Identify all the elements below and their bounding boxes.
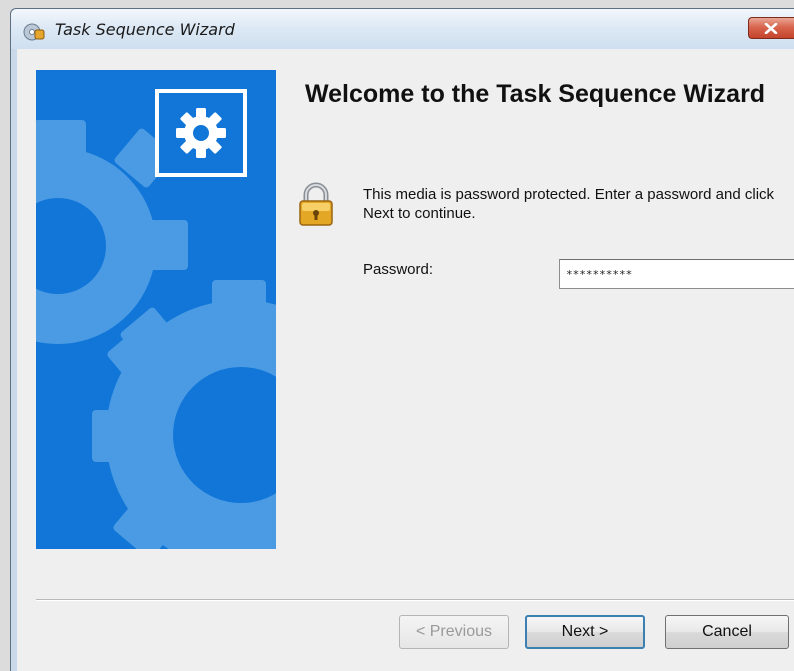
- next-button[interactable]: Next >: [525, 615, 645, 649]
- cancel-button[interactable]: Cancel: [665, 615, 789, 649]
- wizard-body: Welcome to the Task Sequence Wizard This…: [17, 49, 794, 671]
- app-icon: [23, 21, 45, 41]
- password-label: Password:: [363, 261, 434, 278]
- padlock-icon: [297, 182, 335, 232]
- password-input[interactable]: [559, 259, 794, 289]
- close-icon: [764, 23, 778, 34]
- title-bar: Task Sequence Wizard: [11, 9, 794, 49]
- wizard-banner: [36, 70, 276, 549]
- password-instructions: This media is password protected. Enter …: [363, 186, 775, 222]
- footer-divider: [36, 599, 794, 601]
- page-title: Welcome to the Task Sequence Wizard: [305, 80, 766, 108]
- gear-icon: [176, 108, 226, 158]
- wizard-logo: [155, 89, 247, 177]
- window-title: Task Sequence Wizard: [55, 20, 235, 39]
- previous-button[interactable]: < Previous: [399, 615, 509, 649]
- close-button[interactable]: [748, 17, 794, 39]
- wizard-window: Task Sequence Wizard Welcome to the Task…: [10, 8, 794, 671]
